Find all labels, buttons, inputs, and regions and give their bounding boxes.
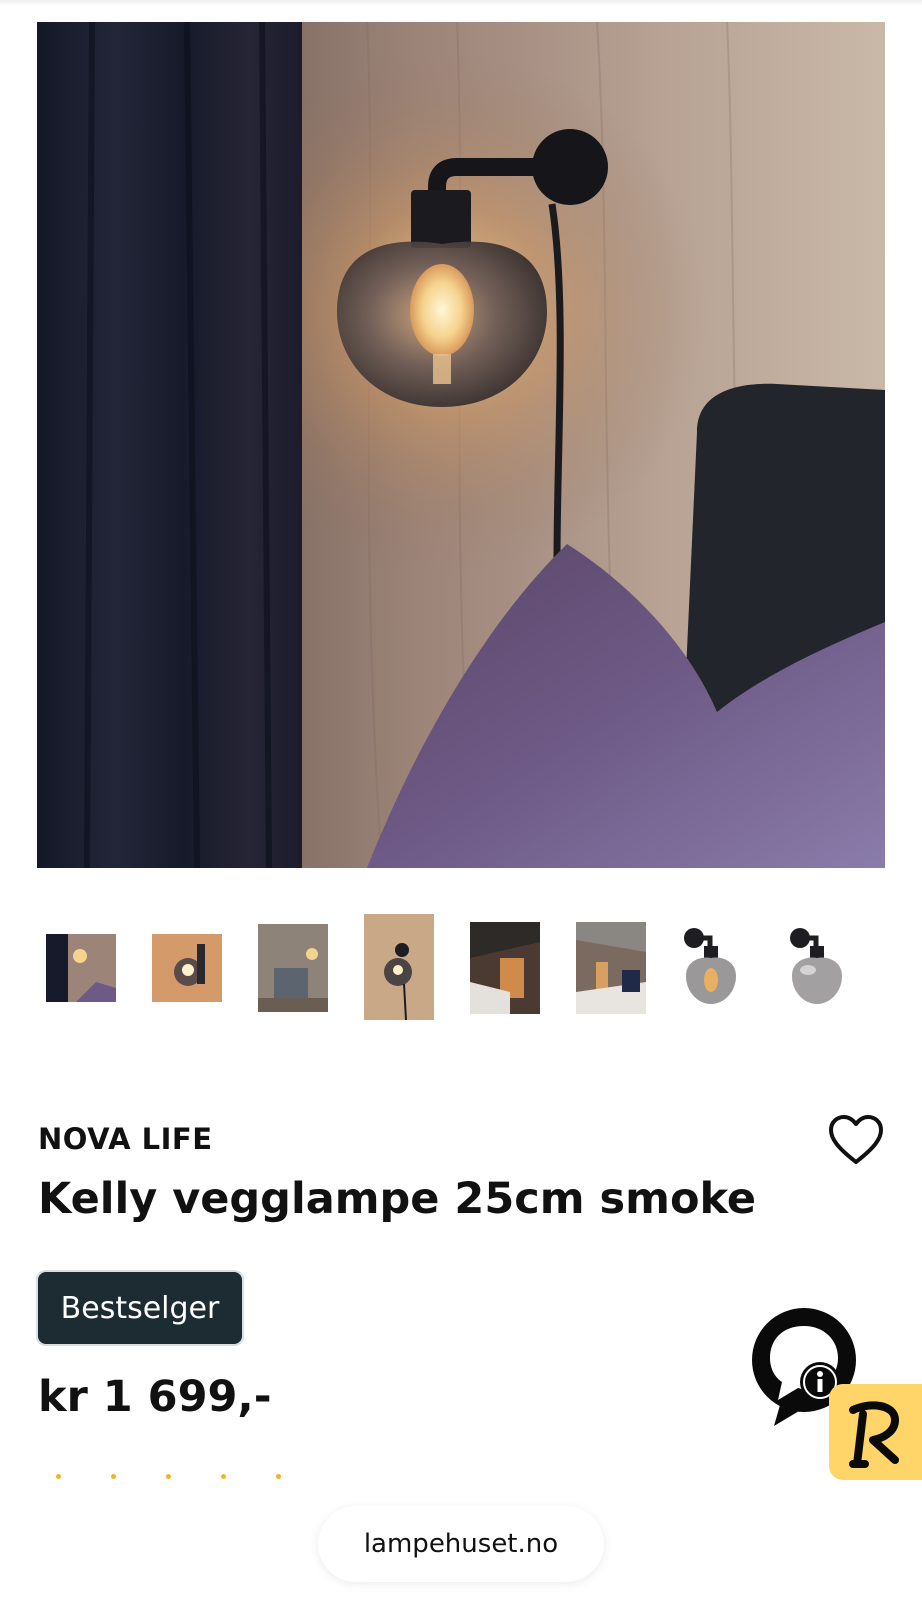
thumbnail-5[interactable]	[470, 922, 540, 1014]
thumbnail-strip	[0, 914, 922, 1040]
product-page: NOVA LIFE Kelly vegglampe 25cm smoke Bes…	[0, 0, 922, 1600]
star-icon	[221, 1474, 226, 1479]
star-icon	[166, 1474, 171, 1479]
thumbnail-7[interactable]	[680, 924, 754, 1012]
star-icon	[56, 1474, 61, 1479]
product-price: kr 1 699,-	[38, 1372, 272, 1422]
reviews-r-icon[interactable]	[829, 1384, 922, 1480]
thumbnail-8[interactable]	[786, 924, 860, 1012]
hero-product-image[interactable]	[37, 22, 885, 868]
product-title: Kelly vegglampe 25cm smoke	[38, 1174, 757, 1224]
star-rating[interactable]	[56, 1474, 316, 1484]
heart-icon[interactable]	[828, 1114, 884, 1166]
browser-url-bar[interactable]: lampehuset.no	[318, 1506, 604, 1582]
bestseller-badge: Bestselger	[38, 1272, 242, 1344]
star-icon	[276, 1474, 281, 1479]
thumbnail-2[interactable]	[152, 934, 222, 1002]
thumbnail-1[interactable]	[46, 934, 116, 1002]
brand-name[interactable]: NOVA LIFE	[38, 1122, 213, 1156]
top-shadow	[0, 0, 922, 6]
star-icon	[111, 1474, 116, 1479]
thumbnail-4[interactable]	[364, 914, 434, 1020]
thumbnail-3[interactable]	[258, 924, 328, 1012]
thumbnail-6[interactable]	[576, 922, 646, 1014]
